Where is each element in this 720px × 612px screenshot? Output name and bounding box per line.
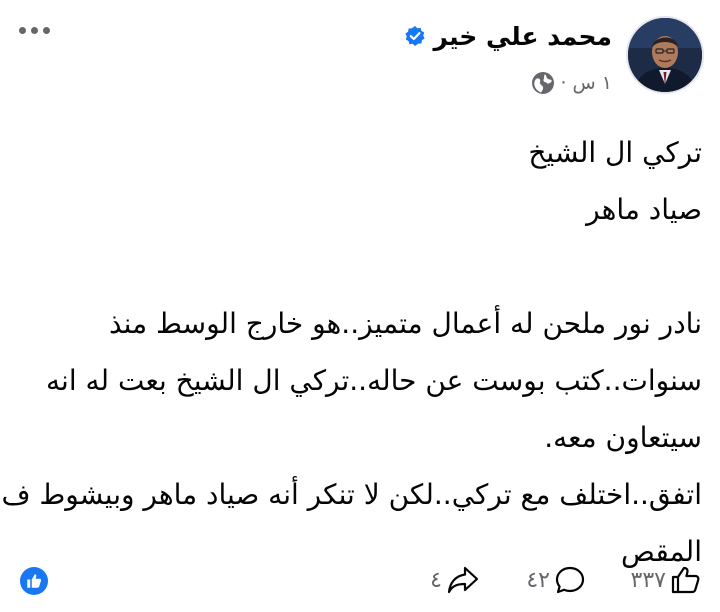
like-reaction-icon[interactable] (20, 567, 48, 595)
post-body-line: تركي ال الشيخ (528, 136, 702, 169)
post-body-line: سنوات..كتب بوست عن حاله..تركي ال الشيخ ب… (46, 364, 702, 397)
post-body-line (30, 238, 702, 295)
post-body: تركي ال الشيخ صياد ماهر نادر نور ملحن له… (1, 124, 702, 580)
thumbs-up-icon (671, 566, 700, 594)
post-body-line: صياد ماهر (586, 193, 702, 226)
globe-icon[interactable] (531, 71, 555, 95)
share-count: ٤ (430, 567, 442, 593)
like-count: ٣٣٧ (630, 567, 666, 593)
more-horizontal-icon-dot (18, 26, 26, 34)
author-avatar[interactable] (626, 16, 704, 94)
share-icon (447, 566, 479, 594)
post-body-line: نادر نور ملحن له أعمال متميز..هو خارج ال… (108, 307, 702, 340)
meta-separator: · (560, 72, 567, 94)
author-name[interactable]: محمد علي خير (434, 22, 612, 51)
post-body-line: اتفق..اختلف مع تركي..لكن لا تنكر أنه صيا… (1, 478, 702, 511)
comment-button[interactable]: ٤٢ (526, 560, 586, 600)
comment-count: ٤٢ (526, 567, 550, 593)
more-options-button[interactable] (14, 18, 54, 42)
post-body-line: سيتعاون معه. (544, 421, 702, 454)
author-row: محمد علي خير (404, 18, 612, 54)
more-horizontal-icon-dot (30, 26, 38, 34)
post-timestamp[interactable]: ١ س (573, 72, 612, 94)
post-card: محمد علي خير ١ س · تركي ال الشيخ صياد ما… (0, 0, 720, 612)
post-footer: ٤ ٤٢ ٣٣٧ (0, 560, 720, 600)
post-meta: ١ س · (531, 68, 612, 98)
more-horizontal-icon-dot (42, 26, 50, 34)
share-button[interactable]: ٤ (430, 560, 480, 600)
verified-badge-icon (404, 25, 426, 47)
like-button[interactable]: ٣٣٧ (631, 560, 702, 600)
comment-icon (555, 566, 585, 594)
